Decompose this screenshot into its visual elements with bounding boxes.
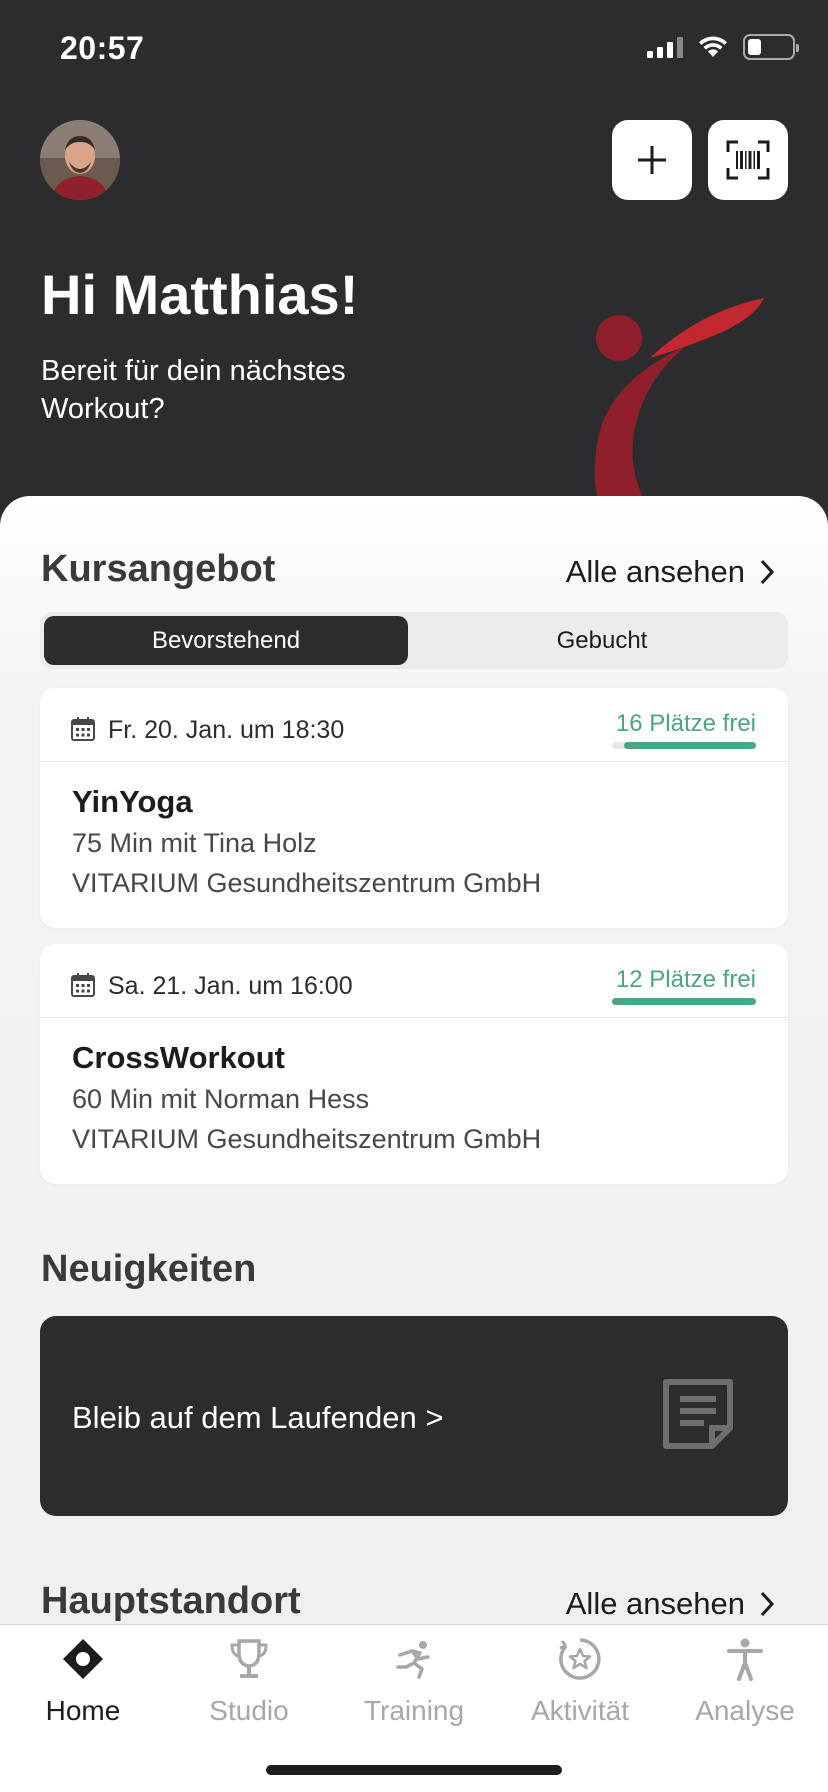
tab-upcoming[interactable]: Bevorstehend xyxy=(44,616,408,665)
status-icons xyxy=(647,34,799,60)
courses-section-title: Kursangebot xyxy=(41,548,276,590)
calendar-icon xyxy=(71,973,95,997)
courses-see-all-link[interactable]: Alle ansehen xyxy=(566,554,775,590)
chevron-right-icon xyxy=(760,1591,775,1617)
tab-analysis-label: Analyse xyxy=(695,1695,795,1726)
wifi-icon xyxy=(699,36,727,57)
tab-training-label: Training xyxy=(363,1695,465,1726)
header: 20:57 Hi Matthias! Bereit für dein nächs… xyxy=(0,0,828,560)
news-section-title: Neuigkeiten xyxy=(41,1248,257,1290)
course-spots-bar xyxy=(612,742,756,749)
course-spots-bar xyxy=(612,998,756,1005)
tab-training[interactable]: Training xyxy=(331,1637,497,1727)
tab-studio-label: Studio xyxy=(209,1695,289,1726)
tab-home[interactable]: Home xyxy=(0,1637,166,1727)
course-card[interactable]: Fr. 20. Jan. um 18:30 16 Plätze frei Yin… xyxy=(40,688,788,928)
courses-see-all-label: Alle ansehen xyxy=(565,554,745,589)
course-spots-label: 16 Plätze frei xyxy=(615,710,756,737)
course-name: YinYoga xyxy=(72,784,193,819)
home-icon xyxy=(63,1639,103,1679)
tab-activity-label: Aktivität xyxy=(530,1695,630,1726)
status-time: 20:57 xyxy=(60,30,145,66)
signal-icon xyxy=(647,36,683,58)
course-filter-segmented-control: Bevorstehend Gebucht xyxy=(40,612,788,669)
course-name: CrossWorkout xyxy=(72,1040,286,1075)
course-date: Fr. 20. Jan. um 18:30 xyxy=(108,716,345,744)
home-indicator xyxy=(266,1765,562,1775)
document-icon xyxy=(663,1379,733,1449)
star-badge-icon xyxy=(559,1638,601,1680)
greeting-subtitle: Bereit für dein nächstes Workout? xyxy=(41,355,346,425)
barcode-scan-icon xyxy=(726,140,770,180)
trophy-icon xyxy=(230,1639,268,1678)
tab-home-label: Home xyxy=(45,1695,121,1726)
battery-icon xyxy=(743,34,799,60)
course-detail: 60 Min mit Norman Hess xyxy=(72,1084,370,1114)
course-card[interactable]: Sa. 21. Jan. um 16:00 12 Plätze frei Cro… xyxy=(40,944,788,1184)
tab-analysis[interactable]: Analyse xyxy=(662,1637,828,1727)
chevron-right-icon xyxy=(760,559,775,585)
avatar[interactable] xyxy=(40,120,120,200)
plus-icon xyxy=(638,146,666,174)
tab-studio[interactable]: Studio xyxy=(166,1637,332,1727)
news-card-text: Bleib auf dem Laufenden > xyxy=(72,1400,444,1435)
course-spots-label: 12 Plätze frei xyxy=(615,966,756,993)
news-card[interactable]: Bleib auf dem Laufenden > xyxy=(40,1316,788,1516)
person-icon xyxy=(727,1638,763,1681)
course-location: VITARIUM Gesundheitszentrum GmbH xyxy=(72,1124,542,1154)
runner-icon xyxy=(396,1641,430,1679)
add-button[interactable] xyxy=(612,120,692,200)
scan-barcode-button[interactable] xyxy=(708,120,788,200)
course-detail: 75 Min mit Tina Holz xyxy=(72,828,317,858)
tab-activity[interactable]: Aktivität xyxy=(497,1637,663,1727)
location-see-all-label: Alle ansehen xyxy=(565,1586,745,1621)
brand-logo xyxy=(594,298,764,502)
course-date: Sa. 21. Jan. um 16:00 xyxy=(108,972,353,1000)
status-bar: 20:57 xyxy=(0,0,828,100)
tab-booked[interactable]: Gebucht xyxy=(420,616,784,665)
course-location: VITARIUM Gesundheitszentrum GmbH xyxy=(72,868,542,898)
calendar-icon xyxy=(71,717,95,741)
course-card-header: Fr. 20. Jan. um 18:30 16 Plätze frei xyxy=(40,688,788,762)
course-card-header: Sa. 21. Jan. um 16:00 12 Plätze frei xyxy=(40,944,788,1018)
greeting: Hi Matthias! xyxy=(41,263,359,326)
location-section-title: Hauptstandort xyxy=(41,1580,301,1622)
location-see-all-link[interactable]: Alle ansehen xyxy=(566,1586,775,1622)
